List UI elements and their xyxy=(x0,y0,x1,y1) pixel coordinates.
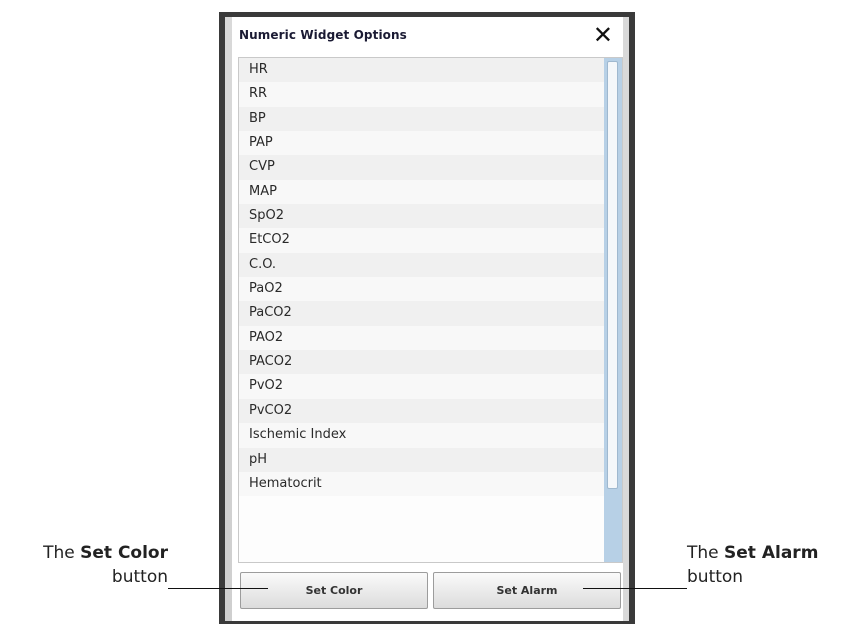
close-icon[interactable]: ✕ xyxy=(593,23,613,47)
parameter-list[interactable]: HR RR BP PAP CVP MAP SpO2 EtCO2 C.O. PaO2 PaCO2 PAO… xyxy=(238,57,623,563)
parameter-list-items: HR RR BP PAP CVP MAP SpO2 EtCO2 C.O. PaO2 PaCO2 PAO… xyxy=(239,58,622,497)
dialog-header: Numeric Widget Options ✕ xyxy=(232,17,617,57)
list-item[interactable]: SpO2 xyxy=(239,204,622,229)
list-item[interactable]: BP xyxy=(239,106,622,132)
callout-bold: Set Alarm xyxy=(724,543,819,563)
callout-suffix: button xyxy=(111,567,168,587)
callout-bold: Set Color xyxy=(80,543,168,563)
list-item[interactable]: PvCO2 xyxy=(239,398,622,424)
list-item[interactable]: PACO2 xyxy=(239,350,622,375)
list-item[interactable]: EtCO2 xyxy=(239,228,622,253)
scrollbar[interactable] xyxy=(604,58,622,562)
list-item[interactable]: PAP xyxy=(239,131,622,156)
set-alarm-button[interactable]: Set Alarm xyxy=(433,572,621,609)
callout-prefix: The xyxy=(687,543,725,563)
button-bar: Set Color Set Alarm xyxy=(238,570,623,615)
set-alarm-leader-line xyxy=(583,588,687,589)
list-item[interactable]: CVP xyxy=(239,155,622,180)
list-item[interactable]: Hematocrit xyxy=(239,471,622,497)
list-item[interactable]: C.O. xyxy=(239,252,622,278)
list-item[interactable]: PvO2 xyxy=(239,374,622,399)
scrollbar-thumb[interactable] xyxy=(607,61,618,489)
set-color-leader-line xyxy=(168,588,268,589)
set-color-callout: The Set Color button xyxy=(8,541,168,589)
callout-prefix: The xyxy=(43,543,81,563)
list-item[interactable]: PAO2 xyxy=(239,325,622,351)
list-item[interactable]: PaCO2 xyxy=(239,301,622,326)
list-item[interactable]: HR xyxy=(239,58,622,83)
list-item[interactable]: RR xyxy=(239,82,622,107)
numeric-widget-options-dialog: Numeric Widget Options ✕ HR RR BP PAP CVP MAP… xyxy=(225,17,629,621)
dialog-left-edge xyxy=(225,17,232,621)
list-item[interactable]: MAP xyxy=(239,179,622,205)
list-item[interactable]: PaO2 xyxy=(239,277,622,302)
set-alarm-callout: The Set Alarm button xyxy=(687,541,853,589)
dialog-right-edge xyxy=(623,17,629,621)
list-item[interactable]: pH xyxy=(239,447,622,472)
list-item[interactable]: Ischemic Index xyxy=(239,423,622,448)
dialog-title: Numeric Widget Options xyxy=(239,28,407,42)
set-color-button[interactable]: Set Color xyxy=(240,572,428,609)
callout-suffix: button xyxy=(687,567,744,587)
